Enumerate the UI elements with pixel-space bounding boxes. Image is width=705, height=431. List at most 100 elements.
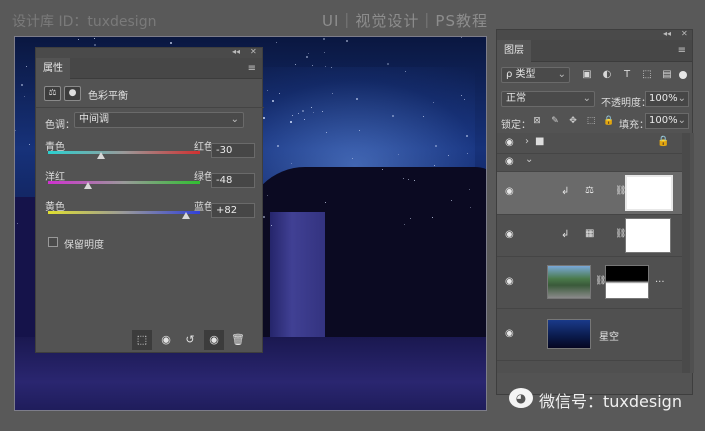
star (24, 95, 26, 97)
layer-row-color-balance[interactable]: ◉ ↲ ⚖ ⛓ (497, 172, 682, 215)
star (290, 162, 292, 164)
lock-transparency-icon[interactable]: ⊠ (531, 115, 543, 127)
layers-scrollbar[interactable] (682, 133, 690, 373)
star (469, 188, 470, 190)
layer-mask-thumbnail[interactable] (625, 175, 673, 211)
collapse-icon[interactable]: ◂◂ (663, 29, 671, 38)
clip-to-layer-button[interactable]: ⬚ (132, 330, 152, 350)
wechat-watermark: ◕ 微信号：tuxdesign (509, 386, 699, 411)
adjustment-type-row: ⚖ ● 色彩平衡 (44, 85, 244, 103)
lock-image-icon[interactable]: ✎ (549, 115, 561, 127)
eye-icon[interactable]: ◉ (505, 229, 514, 240)
layer-name: 星空 (599, 332, 619, 343)
star (306, 55, 309, 58)
view-previous-button[interactable]: ◉ (156, 330, 176, 350)
filter-kind-label: ρ 类型 (506, 69, 536, 80)
panel-menu-icon[interactable]: ≡ (248, 63, 256, 74)
slider-thumb[interactable] (97, 152, 106, 159)
layer-image-thumbnail[interactable] (547, 319, 591, 349)
collapse-icon[interactable]: ◂◂ (232, 47, 240, 56)
star (15, 129, 17, 131)
layers-tabbar: 图层 ≡ (497, 40, 692, 62)
star (294, 64, 296, 66)
star (431, 217, 433, 219)
star (407, 178, 409, 180)
star (275, 41, 277, 43)
slider-track[interactable] (48, 151, 200, 154)
slider-thumb[interactable] (182, 212, 191, 219)
fill-field[interactable]: 100% ⌄ (645, 113, 689, 129)
slider-thumb[interactable] (83, 182, 92, 189)
color-balance-icon[interactable]: ⚖ (44, 86, 61, 101)
lock-artboard-icon[interactable]: ⬚ (585, 115, 597, 127)
tone-select[interactable]: 中间调 ⌄ (74, 112, 244, 128)
eye-icon[interactable]: ◉ (505, 156, 514, 167)
filter-type-icon[interactable]: T (621, 69, 633, 81)
eye-icon[interactable]: ◉ (505, 186, 514, 197)
eye-icon[interactable]: ◉ (505, 137, 514, 148)
star (447, 154, 449, 156)
adjustment-type-label: 色彩平衡 (88, 91, 128, 102)
divider (36, 107, 264, 108)
lock-all-icon[interactable]: 🔒 (603, 115, 615, 127)
folder-icon: ■ (535, 136, 545, 147)
opacity-label: 不透明度： (601, 98, 651, 109)
slider-value-field[interactable]: -30 (211, 143, 255, 158)
layer-row-starry-sky[interactable]: ◉ 星空 (497, 309, 682, 361)
filter-adjustment-icon[interactable]: ◐ (601, 69, 613, 81)
group-expanded-icon[interactable]: ⌄ (525, 154, 533, 165)
chevron-down-icon[interactable]: ⌄ (678, 92, 686, 106)
slider-track[interactable] (48, 211, 200, 214)
layer-row-group-collapsed[interactable]: ◉ › ■ 🔒 (497, 133, 682, 154)
star (93, 37, 95, 39)
layer-row-group-expanded[interactable]: ◉ ⌄ (497, 154, 682, 172)
star (346, 39, 349, 42)
properties-titlebar: ◂◂ ✕ (36, 47, 262, 58)
chevron-down-icon: ⌄ (582, 93, 591, 104)
filter-shape-icon[interactable]: ⬚ (641, 69, 653, 81)
layer-mask-thumbnail[interactable] (625, 218, 671, 253)
levels-layer-icon: ▦ (585, 228, 595, 239)
chevron-down-icon[interactable]: ⌄ (678, 114, 686, 128)
eye-icon[interactable]: ◉ (505, 276, 514, 287)
star (465, 134, 468, 137)
mask-icon[interactable]: ● (64, 86, 81, 101)
star (308, 53, 310, 55)
reset-button[interactable]: ↺ (180, 330, 200, 350)
author-credit: 设计库 ID：tuxdesign (12, 14, 157, 30)
yellow-blue-slider: 黄色 蓝色 +82 (45, 198, 255, 228)
slider-track[interactable] (48, 181, 200, 184)
filter-pixel-icon[interactable]: ▣ (581, 69, 593, 81)
star (21, 83, 24, 86)
panel-menu-icon[interactable]: ≡ (678, 45, 686, 56)
layer-mask-thumbnail[interactable] (605, 265, 649, 299)
star (301, 110, 304, 112)
layer-filter-select[interactable]: ρ 类型 ⌄ (501, 67, 570, 83)
blend-mode-select[interactable]: 正常 ⌄ (501, 91, 595, 107)
layer-row-levels[interactable]: ◉ ↲ ▦ ⛓ (497, 215, 682, 257)
slider-value-field[interactable]: +82 (211, 203, 255, 218)
star (413, 179, 415, 181)
lock-label: 锁定： (501, 120, 531, 131)
filter-toggle-icon[interactable] (679, 71, 687, 79)
lock-position-icon[interactable]: ✥ (567, 115, 579, 127)
opacity-field[interactable]: 100% ⌄ (645, 91, 689, 107)
filter-smart-object-icon[interactable]: ▤ (661, 69, 673, 81)
tab-properties[interactable]: 属性 (36, 58, 70, 79)
star (330, 67, 332, 69)
slider-value-field[interactable]: -48 (211, 173, 255, 188)
clip-arrow-icon: ↲ (561, 186, 570, 197)
close-icon[interactable]: ✕ (250, 47, 257, 56)
group-toggle-icon[interactable]: › (525, 136, 529, 147)
eye-icon[interactable]: ◉ (505, 328, 514, 339)
tab-layers[interactable]: 图层 (497, 40, 531, 62)
delete-button[interactable]: 🗑 (228, 330, 248, 350)
layer-row-waterfall-photo[interactable]: ◉ ⛓ ... (497, 257, 682, 309)
layer-image-thumbnail[interactable] (547, 265, 591, 299)
toggle-visibility-button[interactable]: ◉ (204, 330, 224, 350)
tone-value: 中间调 (79, 114, 109, 125)
close-icon[interactable]: ✕ (681, 29, 688, 38)
star (326, 131, 328, 133)
opacity-value: 100% (649, 93, 678, 104)
preserve-luminosity-checkbox[interactable] (48, 237, 58, 247)
